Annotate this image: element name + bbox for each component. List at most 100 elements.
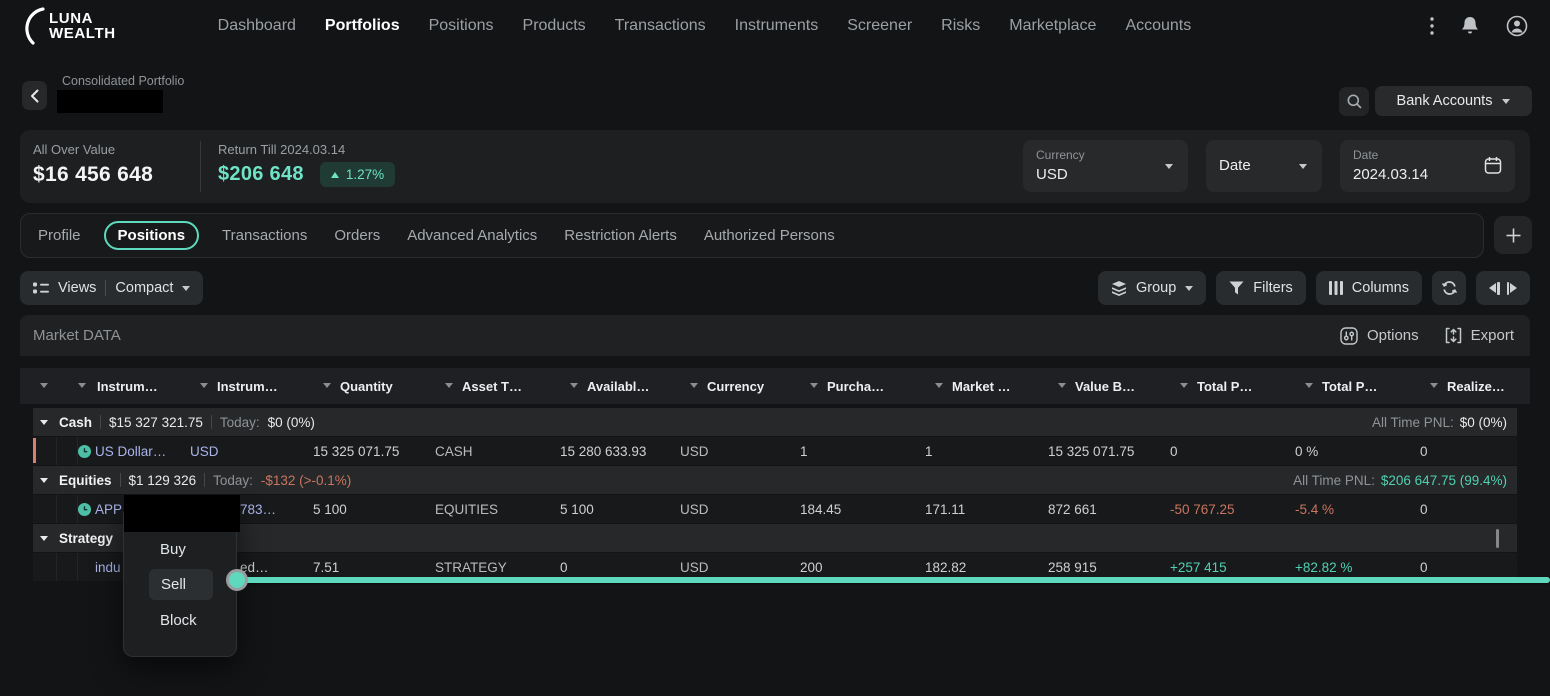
table-header: Instrum… Instrum… Quantity Asset T… Avai…: [20, 368, 1530, 404]
panel-collapse-left-icon: [1489, 282, 1500, 295]
context-menu-item-block[interactable]: Block: [124, 602, 236, 638]
bank-accounts-dropdown[interactable]: Bank Accounts: [1375, 86, 1532, 116]
header-total-pnl[interactable]: Total P…: [1170, 368, 1295, 404]
export-button[interactable]: Export: [1445, 327, 1514, 344]
header-market[interactable]: Market …: [925, 368, 1048, 404]
cell-value-base: 258 915: [1048, 560, 1170, 575]
return-value: $206 648: [218, 163, 304, 186]
nav-item-accounts[interactable]: Accounts: [1125, 17, 1191, 35]
header-asset-type[interactable]: Asset T…: [435, 368, 560, 404]
columns-button[interactable]: Columns: [1316, 271, 1422, 305]
return-change-value: 1.27%: [346, 167, 384, 182]
all-over-value-label: All Over Value: [33, 142, 153, 157]
context-menu-item-buy[interactable]: Buy: [124, 531, 236, 567]
date-picker-field[interactable]: Date 2024.03.14: [1340, 140, 1515, 192]
nav-item-risks[interactable]: Risks: [941, 17, 980, 35]
group-row-equities[interactable]: Equities $1 129 326 Today: -$132 (>-0.1%…: [33, 466, 1517, 495]
views-icon: [33, 281, 49, 295]
nav-item-instruments[interactable]: Instruments: [735, 17, 819, 35]
tab-positions[interactable]: Positions: [104, 221, 200, 250]
cell-available: 0: [560, 560, 680, 575]
export-icon: [1445, 327, 1462, 344]
header-instrument-name[interactable]: Instrum…: [78, 368, 190, 404]
market-data-title: Market DATA: [33, 327, 121, 344]
tab-profile[interactable]: Profile: [38, 227, 81, 244]
views-label: Views: [58, 280, 96, 296]
nav-item-portfolios[interactable]: Portfolios: [325, 17, 400, 35]
cell-value-base: 15 325 071.75: [1048, 444, 1170, 459]
header-value-base[interactable]: Value B…: [1048, 368, 1170, 404]
kebab-menu-icon[interactable]: [1430, 17, 1434, 35]
group-dropdown[interactable]: Group: [1098, 271, 1206, 305]
header-instrument-id[interactable]: Instrum…: [190, 368, 313, 404]
add-tab-button[interactable]: [1494, 216, 1532, 254]
tab-advanced-analytics[interactable]: Advanced Analytics: [407, 227, 537, 244]
all-time-pnl-value: $0 (0%): [1460, 415, 1507, 430]
row-cell-spacer: [33, 495, 57, 523]
header-purchase[interactable]: Purcha…: [800, 368, 925, 404]
view-mode-value: Compact: [115, 280, 173, 296]
today-value: $0 (0%): [268, 415, 315, 430]
header-available[interactable]: Availabl…: [560, 368, 680, 404]
views-dropdown[interactable]: Views Compact: [20, 271, 203, 305]
group-row-cash[interactable]: Cash $15 327 321.75 Today: $0 (0%) All T…: [33, 408, 1517, 437]
market-data-bar: Market DATA Options Export: [20, 315, 1530, 356]
instrument-name-link[interactable]: indu: [95, 560, 121, 575]
user-avatar-icon[interactable]: [1506, 15, 1528, 37]
chevron-down-icon[interactable]: [40, 478, 48, 483]
filters-label: Filters: [1253, 280, 1292, 296]
chevron-down-icon[interactable]: [40, 536, 48, 541]
options-button[interactable]: Options: [1340, 327, 1419, 345]
instrument-name-link[interactable]: US Dollar…: [95, 444, 166, 459]
header-expand-all[interactable]: [33, 368, 57, 404]
notifications-bell-icon[interactable]: [1461, 16, 1479, 36]
search-button[interactable]: [1339, 87, 1369, 116]
tab-orders[interactable]: Orders: [334, 227, 380, 244]
funnel-icon: [1229, 281, 1244, 295]
arrow-up-icon: [331, 172, 339, 178]
today-label: Today:: [213, 473, 253, 488]
header-realized[interactable]: Realize…: [1420, 368, 1517, 404]
panel-expand-right-icon: [1507, 282, 1518, 295]
return-block: Return Till 2024.03.14 $206 648 1.27%: [218, 142, 395, 187]
currency-dropdown[interactable]: Currency USD: [1023, 140, 1188, 192]
tab-restriction-alerts[interactable]: Restriction Alerts: [564, 227, 677, 244]
tab-transactions[interactable]: Transactions: [222, 227, 307, 244]
nav-item-marketplace[interactable]: Marketplace: [1009, 17, 1096, 35]
chevron-down-icon[interactable]: [40, 420, 48, 425]
nav-item-positions[interactable]: Positions: [429, 17, 494, 35]
nav-item-transactions[interactable]: Transactions: [615, 17, 706, 35]
all-over-value: $16 456 648: [33, 163, 153, 187]
brand-name: LUNA WEALTH: [49, 11, 116, 41]
date-type-dropdown[interactable]: Date: [1206, 140, 1322, 192]
header-currency[interactable]: Currency: [680, 368, 800, 404]
table-row-us-dollar[interactable]: US Dollar… USD 15 325 071.75 CASH 15 280…: [33, 437, 1517, 466]
cell-total-pnl: -50 767.25: [1170, 502, 1295, 517]
today-label: Today:: [220, 415, 260, 430]
instrument-name-link[interactable]: APP: [95, 502, 122, 517]
cell-asset-type: CASH: [435, 444, 560, 459]
tab-authorized-persons[interactable]: Authorized Persons: [704, 227, 835, 244]
header-quantity[interactable]: Quantity: [313, 368, 435, 404]
group-row-strategy[interactable]: Strategy: [33, 524, 1517, 553]
currency-label: Currency: [1036, 148, 1085, 162]
divider: [211, 415, 212, 429]
divider: [105, 280, 106, 296]
context-menu-item-sell[interactable]: Sell: [149, 569, 213, 600]
table-row-app[interactable]: APP 783… 5 100 EQUITIES 5 100 USD 184.45…: [33, 495, 1517, 524]
vertical-scrollbar-thumb[interactable]: [1496, 529, 1499, 548]
nav-item-products[interactable]: Products: [523, 17, 586, 35]
drag-indicator-handle[interactable]: [226, 569, 248, 591]
nav-item-dashboard[interactable]: Dashboard: [218, 17, 296, 35]
drag-indicator-line[interactable]: [234, 577, 1550, 583]
group-name: Strategy: [59, 531, 113, 546]
refresh-button[interactable]: [1432, 271, 1466, 305]
nav-item-screener[interactable]: Screener: [847, 17, 912, 35]
brand-logo[interactable]: LUNA WEALTH: [22, 5, 116, 47]
filters-button[interactable]: Filters: [1216, 271, 1305, 305]
back-button[interactable]: [22, 81, 47, 110]
cell-realized: 0: [1420, 560, 1517, 575]
instrument-id-link[interactable]: USD: [190, 444, 313, 459]
collapse-expand-panels-button[interactable]: [1476, 271, 1530, 305]
header-total-pnl-pct[interactable]: Total P…: [1295, 368, 1420, 404]
